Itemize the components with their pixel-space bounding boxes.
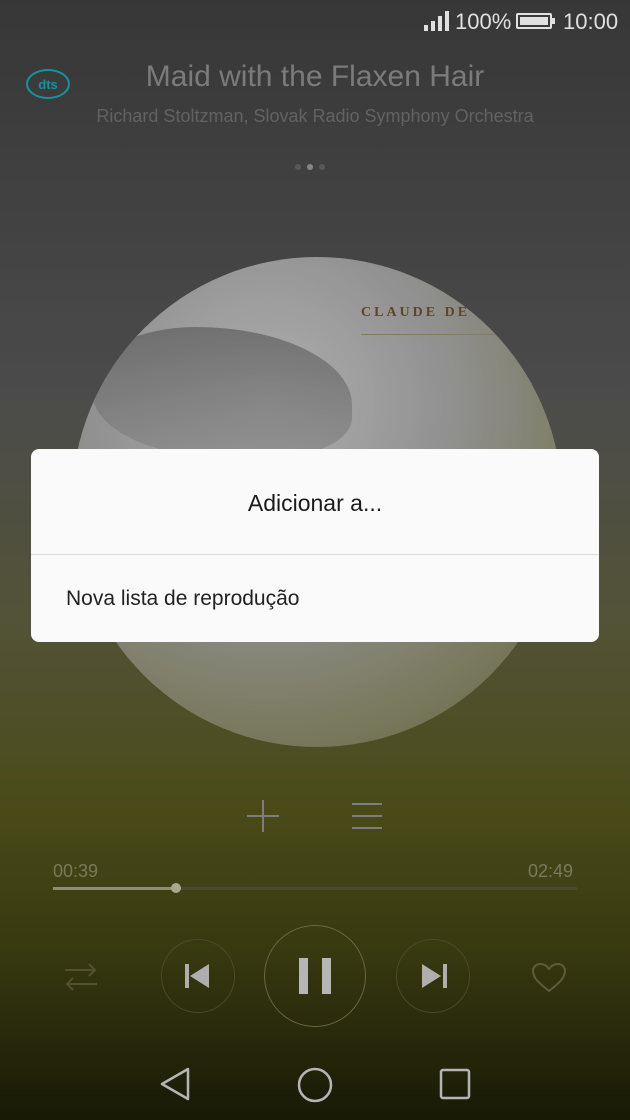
recents-square-icon[interactable] <box>438 1067 472 1101</box>
navigation-bar <box>0 1050 630 1120</box>
battery-percent: 100% <box>455 9 512 34</box>
menu-list-icon[interactable] <box>345 794 389 838</box>
battery-full-icon <box>516 13 555 29</box>
page-dot-active <box>307 164 313 170</box>
heart-icon[interactable] <box>531 962 567 994</box>
previous-button[interactable] <box>161 939 235 1013</box>
home-circle-icon[interactable] <box>296 1066 334 1104</box>
status-clock: 10:00 <box>563 9 619 34</box>
dialog-title: Adicionar a... <box>247 490 383 516</box>
total-time: 02:49 <box>528 861 574 881</box>
progress-thumb[interactable] <box>171 883 182 893</box>
status-bar: 100% 10:00 <box>0 0 630 44</box>
album-art-text: CLAUDE DE <box>361 305 471 320</box>
plus-icon[interactable] <box>241 794 285 838</box>
pause-icon <box>299 958 331 994</box>
skip-next-icon <box>422 964 447 988</box>
new-playlist-option[interactable]: Nova lista de reprodução <box>31 555 599 642</box>
page-dot <box>295 164 301 170</box>
skip-previous-icon <box>185 964 209 988</box>
signal-bars-icon <box>424 11 449 31</box>
new-playlist-label: Nova lista de reprodução <box>66 587 300 610</box>
song-artist: Richard Stoltzman, Slovak Radio Symphony… <box>96 106 534 126</box>
repeat-icon[interactable] <box>62 960 100 994</box>
song-title: Maid with the Flaxen Hair <box>145 60 485 93</box>
progress-bar[interactable] <box>53 883 577 893</box>
back-triangle-icon[interactable] <box>158 1066 192 1102</box>
next-button[interactable] <box>396 939 470 1013</box>
current-time: 00:39 <box>53 861 99 881</box>
page-dot <box>319 164 325 170</box>
page-indicator <box>295 164 325 170</box>
progress-fill <box>53 887 177 890</box>
pause-button[interactable] <box>264 925 366 1027</box>
add-to-dialog: Adicionar a... Nova lista de reprodução <box>31 449 599 642</box>
